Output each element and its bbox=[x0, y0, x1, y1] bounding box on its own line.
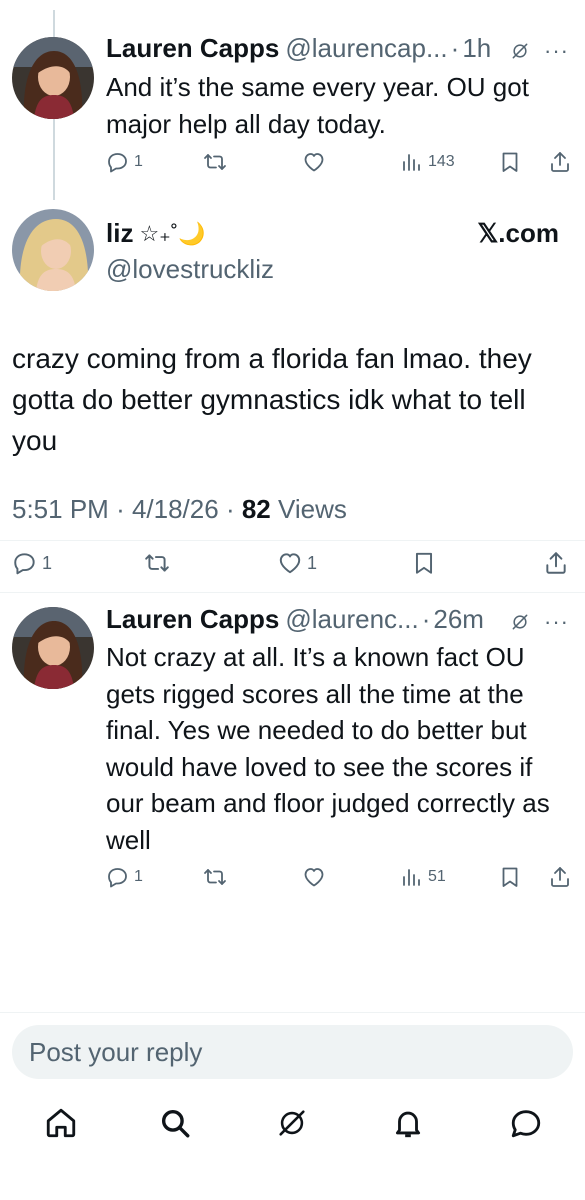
user-avatar-icon bbox=[12, 607, 94, 689]
bookmark-icon bbox=[498, 865, 522, 889]
nav-search[interactable] bbox=[158, 1106, 192, 1140]
bookmark-button[interactable] bbox=[498, 150, 522, 174]
nav-home[interactable] bbox=[44, 1106, 78, 1140]
reply-input[interactable]: Post your reply bbox=[12, 1025, 573, 1079]
main-post-actions: 1 1 bbox=[0, 550, 585, 580]
share-icon bbox=[548, 865, 572, 889]
tweet-header: Lauren Capps @laurenc... · 26m bbox=[106, 604, 484, 635]
reply-count: 1 bbox=[134, 153, 143, 170]
tweet-actions: 1 143 bbox=[0, 150, 585, 180]
like-button[interactable]: 1 bbox=[277, 550, 317, 576]
tweet-text: Not crazy at all. It’s a known fact OU g… bbox=[106, 642, 550, 855]
repost-icon bbox=[203, 865, 227, 889]
reply-icon bbox=[106, 865, 130, 889]
like-icon bbox=[302, 865, 326, 889]
post-time[interactable]: 1h bbox=[462, 33, 491, 64]
main-author-handle[interactable]: @lovestruckliz bbox=[106, 254, 274, 285]
repost-icon bbox=[144, 550, 170, 576]
nav-grok[interactable] bbox=[275, 1106, 309, 1140]
divider bbox=[0, 592, 585, 593]
views-icon bbox=[400, 865, 424, 889]
views-label: Views bbox=[277, 494, 347, 524]
divider bbox=[0, 540, 585, 541]
notifications-icon bbox=[395, 1111, 421, 1138]
reply-count: 1 bbox=[42, 552, 53, 573]
separator-dot: · bbox=[421, 604, 431, 634]
views-button[interactable]: 51 bbox=[400, 865, 446, 889]
post-meta: 5:51 PM · 4/18/26 · 82 Views bbox=[12, 494, 347, 525]
author-name[interactable]: Lauren Capps bbox=[106, 33, 279, 64]
bookmark-icon bbox=[411, 550, 437, 576]
messages-icon bbox=[511, 1110, 541, 1138]
author-handle[interactable]: @laurenc... bbox=[285, 604, 418, 635]
separator-dot: · bbox=[225, 494, 242, 524]
separator-dot: · bbox=[450, 33, 460, 63]
name-decoration: ☆₊˚🌙 bbox=[139, 220, 206, 246]
post-date: 4/18/26 bbox=[131, 494, 219, 524]
bookmark-button[interactable] bbox=[411, 550, 437, 576]
grok-icon bbox=[275, 1106, 309, 1140]
tweet-text: And it’s the same every year. OU got maj… bbox=[106, 72, 529, 139]
share-icon bbox=[543, 550, 569, 576]
grok-icon[interactable] bbox=[510, 41, 530, 61]
main-author-name: liz bbox=[106, 218, 134, 248]
reply-placeholder: Post your reply bbox=[29, 1037, 203, 1067]
avatar[interactable] bbox=[12, 607, 94, 689]
bottom-navigation bbox=[0, 1100, 585, 1150]
reply-button[interactable]: 1 bbox=[12, 550, 52, 576]
views-icon bbox=[400, 150, 424, 174]
main-author-name-row[interactable]: liz ☆₊˚🌙 bbox=[106, 218, 206, 249]
share-button[interactable] bbox=[548, 865, 572, 889]
user-avatar-icon bbox=[12, 209, 94, 291]
repost-icon bbox=[203, 150, 227, 174]
like-icon bbox=[277, 550, 303, 576]
views-button[interactable]: 143 bbox=[400, 150, 455, 174]
like-button[interactable] bbox=[302, 865, 326, 889]
grok-icon[interactable] bbox=[510, 612, 530, 632]
repost-button[interactable] bbox=[144, 550, 170, 576]
reply-icon bbox=[106, 150, 130, 174]
more-options-icon[interactable]: ··· bbox=[544, 611, 569, 633]
like-button[interactable] bbox=[302, 150, 326, 174]
share-icon bbox=[548, 150, 572, 174]
more-options-icon[interactable]: ··· bbox=[544, 40, 569, 62]
separator-dot: · bbox=[116, 494, 132, 524]
user-avatar-icon bbox=[12, 37, 94, 119]
nav-notifications[interactable] bbox=[391, 1106, 425, 1140]
repost-button[interactable] bbox=[203, 865, 227, 889]
post-time: 5:51 PM bbox=[12, 494, 109, 524]
share-button[interactable] bbox=[548, 150, 572, 174]
reply-icon bbox=[12, 550, 38, 576]
reply-button[interactable]: 1 bbox=[106, 150, 143, 174]
tweet-header-actions: ··· bbox=[510, 40, 569, 62]
views-count: 143 bbox=[428, 153, 455, 170]
like-icon bbox=[302, 150, 326, 174]
avatar[interactable] bbox=[12, 37, 94, 119]
tweet-actions: 1 51 bbox=[0, 865, 585, 895]
author-handle[interactable]: @laurencap... bbox=[285, 33, 447, 64]
avatar[interactable] bbox=[12, 209, 94, 291]
x-com-watermark: 𝕏.com bbox=[477, 218, 559, 248]
views-count: 51 bbox=[428, 868, 446, 885]
views-count: 82 bbox=[241, 494, 271, 524]
tweet-header-actions: ··· bbox=[510, 611, 569, 633]
reply-count: 1 bbox=[134, 868, 143, 885]
share-button[interactable] bbox=[543, 550, 569, 576]
like-count: 1 bbox=[307, 552, 318, 573]
bookmark-button[interactable] bbox=[498, 865, 522, 889]
nav-messages[interactable] bbox=[509, 1106, 543, 1140]
author-name[interactable]: Lauren Capps bbox=[106, 604, 279, 635]
home-icon bbox=[46, 1108, 76, 1138]
search-icon bbox=[161, 1109, 190, 1138]
tweet-header: Lauren Capps @laurencap... · 1h bbox=[106, 33, 491, 64]
main-post-text: crazy coming from a florida fan lmao. th… bbox=[12, 343, 532, 456]
divider bbox=[0, 1012, 585, 1013]
post-time[interactable]: 26m bbox=[433, 604, 484, 635]
bookmark-icon bbox=[498, 150, 522, 174]
reply-button[interactable]: 1 bbox=[106, 865, 143, 889]
repost-button[interactable] bbox=[203, 150, 227, 174]
